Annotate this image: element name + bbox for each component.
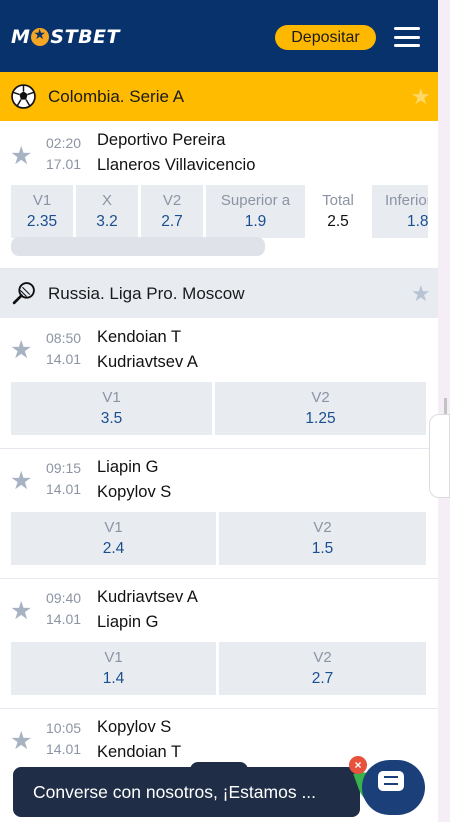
odd-over-button[interactable]: Superior a 1.9 bbox=[206, 185, 305, 238]
match-teams[interactable]: Liapin G Kopylov S bbox=[97, 455, 171, 505]
odd-v2-button[interactable]: V2 1.25 bbox=[215, 382, 426, 435]
favorite-star-icon[interactable]: ★ bbox=[411, 281, 431, 307]
team-1: Kudriavtsev A bbox=[97, 588, 198, 606]
match-datetime: 02:20 17.01 bbox=[46, 135, 82, 172]
match-datetime: 09:40 14.01 bbox=[46, 590, 82, 627]
odd-v2-button[interactable]: V2 2.7 bbox=[219, 642, 426, 695]
team-2: Kopylov S bbox=[97, 483, 172, 501]
league-name: Colombia. Serie A bbox=[48, 87, 185, 106]
match-row: ★ 09:40 14.01 Kudriavtsev A Liapin G V1 1.… bbox=[0, 579, 438, 709]
odds-scrollbar[interactable] bbox=[11, 237, 265, 256]
odd-x-button[interactable]: X 3.2 bbox=[76, 185, 138, 238]
menu-icon[interactable] bbox=[394, 27, 420, 47]
match-row: ★ 09:15 14.01 Liapin G Kopylov S V1 2.4 V2… bbox=[0, 449, 438, 579]
mostbet-logo[interactable]: MSTBET bbox=[11, 26, 120, 48]
match-datetime: 08:50 14.01 bbox=[46, 330, 82, 367]
odd-v2-button[interactable]: V2 2.7 bbox=[141, 185, 203, 238]
match-teams[interactable]: Kopylov S Kendoian T bbox=[97, 715, 181, 765]
app: MSTBET Depositar Colombia. Serie A ★ ★ 0… bbox=[0, 0, 438, 822]
match-teams[interactable]: Kendoian T Kudriavtsev A bbox=[97, 325, 198, 375]
table-tennis-icon bbox=[12, 282, 35, 305]
league-name: Russia. Liga Pro. Moscow bbox=[48, 284, 245, 303]
header: MSTBET Depositar bbox=[0, 0, 438, 72]
team-2: Liapin G bbox=[97, 613, 159, 631]
team-1: Liapin G bbox=[97, 458, 159, 476]
odd-total-value: Total 2.5 bbox=[308, 185, 368, 238]
side-panel-tab[interactable] bbox=[429, 414, 450, 498]
favorite-star-icon[interactable]: ★ bbox=[10, 335, 32, 365]
odd-v1-button[interactable]: V1 2.4 bbox=[11, 512, 216, 565]
odd-v2-button[interactable]: V2 1.5 bbox=[219, 512, 426, 565]
team-2: Kendoian T bbox=[97, 743, 182, 761]
match-teams[interactable]: Kudriavtsev A Liapin G bbox=[97, 585, 198, 635]
chat-prompt[interactable]: Converse con nosotros, ¡Estamos ... bbox=[13, 767, 360, 817]
odd-v1-button[interactable]: V1 1.4 bbox=[11, 642, 216, 695]
match-teams[interactable]: Deportivo Pereira Llaneros Villavicencio bbox=[97, 128, 255, 178]
chat-button[interactable] bbox=[362, 760, 425, 815]
team-1: Kendoian T bbox=[97, 328, 182, 346]
team-2: Kudriavtsev A bbox=[97, 353, 198, 371]
favorite-star-icon[interactable]: ★ bbox=[10, 726, 32, 756]
deposit-button[interactable]: Depositar bbox=[275, 25, 376, 50]
team-1: Kopylov S bbox=[97, 718, 172, 736]
match-datetime: 10:05 14.01 bbox=[46, 720, 82, 757]
favorite-star-icon[interactable]: ★ bbox=[10, 141, 32, 171]
match-datetime: 09:15 14.01 bbox=[46, 460, 82, 497]
league-header-russia[interactable]: Russia. Liga Pro. Moscow ★ bbox=[0, 269, 438, 318]
odd-v1-button[interactable]: V1 2.35 bbox=[11, 185, 73, 238]
league-header-colombia[interactable]: Colombia. Serie A ★ bbox=[0, 72, 438, 121]
favorite-star-icon[interactable]: ★ bbox=[10, 466, 32, 496]
team-1: Deportivo Pereira bbox=[97, 131, 226, 149]
favorite-star-icon[interactable]: ★ bbox=[10, 596, 32, 626]
favorite-star-icon[interactable]: ★ bbox=[411, 84, 431, 110]
logo-star-icon bbox=[31, 27, 50, 46]
chat-bubble-icon bbox=[378, 771, 404, 791]
soccer-ball-icon bbox=[11, 84, 36, 109]
chat-close-button[interactable]: × bbox=[349, 756, 367, 774]
odd-v1-button[interactable]: V1 3.5 bbox=[11, 382, 212, 435]
odd-under-button[interactable]: Inferior 1.8 bbox=[372, 185, 428, 238]
team-2: Llaneros Villavicencio bbox=[97, 156, 256, 174]
match-row: ★ 08:50 14.01 Kendoian T Kudriavtsev A V1… bbox=[0, 318, 438, 449]
